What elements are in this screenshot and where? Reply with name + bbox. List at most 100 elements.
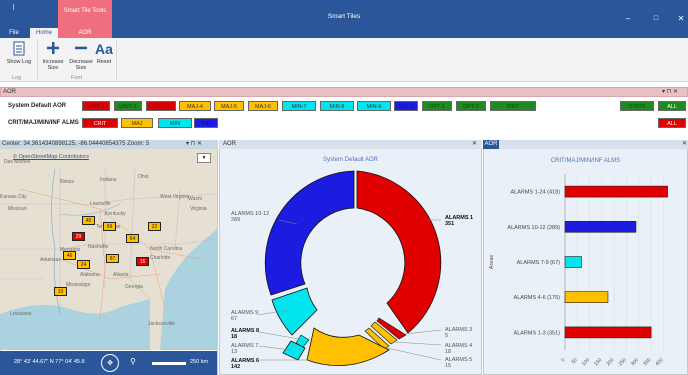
map-scale-label: 250 km <box>190 359 209 365</box>
group-label-font: Font <box>71 75 83 81</box>
bar <box>564 185 668 198</box>
group-separator <box>37 41 38 79</box>
zoom-icon[interactable]: ⚲ <box>130 357 136 366</box>
tile-all[interactable]: ALL <box>658 118 686 128</box>
tile-maj-5[interactable]: MAJ-5 <box>214 101 244 111</box>
bar-x-tick-label: 150 <box>593 357 603 367</box>
map-place-label: Jacksonville <box>148 321 175 327</box>
map-alarm-marker[interactable]: 24 <box>77 260 90 269</box>
map-place-label: Kentucky <box>105 211 126 217</box>
tab-home[interactable]: Home <box>30 28 58 38</box>
aor-bar-controls[interactable]: ▾ ⊓ ✕ <box>662 88 678 95</box>
bar-x-tick-label: 250 <box>618 357 628 367</box>
bar-x-tick-label: 200 <box>605 357 615 367</box>
tile-all[interactable]: ALL <box>658 101 686 111</box>
map-attribution[interactable]: © OpenStreetMap Contributors <box>13 154 89 160</box>
donut-panel-close-icon[interactable]: ✕ <box>472 140 477 149</box>
map-alarm-marker[interactable]: 46 <box>63 251 76 260</box>
bar-panel-tab[interactable]: AOR <box>483 140 499 149</box>
tile-opt-2[interactable]: OPT-2 <box>456 101 486 111</box>
tile-min-7[interactable]: MIN-7 <box>282 101 316 111</box>
decrease-size-button[interactable]: Decrease Size <box>67 41 95 71</box>
window-title: Smart Tiles <box>327 13 361 20</box>
maximize-button[interactable]: □ <box>648 14 664 24</box>
donut-chart <box>256 170 442 366</box>
donut-segment-alarms-10-12 <box>264 170 355 296</box>
reset-label: Reset <box>96 59 112 65</box>
map-alarm-marker[interactable]: 10 <box>54 287 67 296</box>
group-label-log: Log <box>12 75 22 81</box>
tile-crit-3[interactable]: CRIT-3 <box>146 101 176 111</box>
tile-inf-1[interactable]: INF-1 <box>394 101 418 111</box>
bar-y-axis-label: Areas <box>489 255 495 270</box>
map-alarm-marker[interactable]: 29 <box>72 232 85 241</box>
map-alarm-marker[interactable]: 64 <box>126 234 139 243</box>
map-place-label: Alabama <box>80 272 100 278</box>
donut-panel-tab[interactable]: AOR <box>223 140 236 149</box>
donut-label: ALARMS 6 142 <box>231 358 260 370</box>
tile-min-9[interactable]: MIN-9 <box>357 101 391 111</box>
map-place-label: Arkansas <box>40 257 61 263</box>
map-place-label: Virginia <box>190 206 207 212</box>
donut-label: ALARMS 4 18 <box>445 343 473 355</box>
bar-category-label: ALARMS 7-9 (67) <box>517 260 561 266</box>
map-panel-controls[interactable]: ▾ ⊓ ✕ <box>186 140 202 149</box>
map-place-label: Indiana <box>100 177 117 183</box>
bar-panel-header: AOR ✕ <box>483 140 688 149</box>
tile-min-8[interactable]: MIN-8 <box>320 101 354 111</box>
tile-unit-1[interactable]: UNIT-1 <box>82 101 110 111</box>
bar-x-tick-label: 300 <box>630 357 640 367</box>
map-alarm-marker[interactable]: 87 <box>106 254 119 263</box>
map-alarm-marker[interactable]: 16 <box>136 257 149 266</box>
map-place-label: Louisville <box>90 201 111 207</box>
donut-panel-header: AOR ✕ <box>219 140 482 149</box>
donut-label: ALARMS 10-12 289 <box>231 211 270 223</box>
bar <box>564 256 582 268</box>
tile-min[interactable]: MIN <box>158 118 192 128</box>
tile-maj-6[interactable]: MAJ-6 <box>248 101 278 111</box>
bar <box>564 221 637 233</box>
tile-crit[interactable]: CRIT <box>82 118 118 128</box>
increase-size-label-2: Size <box>47 65 59 71</box>
minus-icon <box>67 41 95 57</box>
map-place-label: Ohio <box>138 174 149 180</box>
decrease-size-label-2: Size <box>75 65 87 71</box>
close-button[interactable]: ✕ <box>673 14 688 24</box>
bar-x-tick-label: 350 <box>642 357 652 367</box>
reset-button[interactable]: Aa Reset <box>95 41 113 65</box>
tile-inf[interactable]: INF <box>194 118 218 128</box>
scale-bar <box>152 362 186 365</box>
donut-segment-alarms-6 <box>306 327 390 366</box>
tile-maj-4[interactable]: MAJ-4 <box>179 101 211 111</box>
bar-x-tick-label: 0 <box>560 357 566 363</box>
show-log-label: Show Log <box>6 59 32 65</box>
tab-aor[interactable]: AOR <box>58 28 112 38</box>
tile-mnt[interactable]: MNT <box>490 101 536 111</box>
increase-size-button[interactable]: Increase Size <box>40 41 66 71</box>
tile-unit-2[interactable]: UNIT-2 <box>114 101 142 111</box>
tab-file[interactable]: File <box>0 28 28 38</box>
map-layer-dropdown[interactable]: ▼ <box>197 153 211 163</box>
minimize-button[interactable]: – <box>620 14 636 24</box>
bar <box>564 291 609 303</box>
pan-control[interactable]: ✥ <box>101 354 119 372</box>
tile-row-label-crit-maj: CRIT/MAJ/MIN/INF ALMS <box>8 120 79 126</box>
tile-opt-1[interactable]: OPT-1 <box>422 101 452 111</box>
map-place-label: Kansas City <box>0 194 27 200</box>
map-place-label: Mississippi <box>66 282 91 288</box>
map-place-label: Georgia <box>125 284 143 290</box>
bar-category-label: ALARMS 10-12 (289) <box>507 225 560 231</box>
map-alarm-marker[interactable]: 40 <box>82 216 95 225</box>
bar-category-label: ALARMS 4-6 (175) <box>514 295 561 301</box>
bar-panel-close-icon[interactable]: ✕ <box>682 140 687 149</box>
map-alarm-marker[interactable]: 69 <box>103 222 116 231</box>
map-alarm-marker[interactable]: 22 <box>148 222 161 231</box>
tile-maj[interactable]: MAJ <box>121 118 153 128</box>
bar <box>564 326 652 339</box>
bar-x-tick-label: 50 <box>571 357 579 365</box>
map-place-label: North Carolina <box>150 246 183 252</box>
chevron-down-icon: ▼ <box>201 155 207 161</box>
show-log-button[interactable]: Show Log <box>4 41 34 65</box>
map-view[interactable]: Des Moines Illinois Indiana Ohio Kansas City… <box>0 149 217 350</box>
tile-stats[interactable]: STATS <box>620 101 654 111</box>
